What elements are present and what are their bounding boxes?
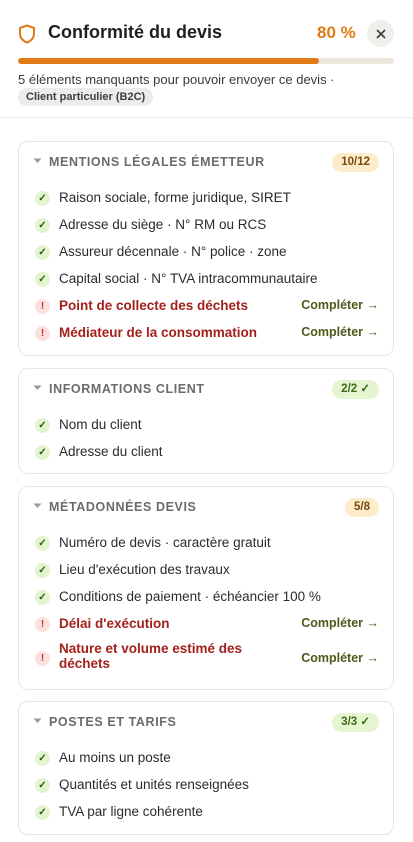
chevron-down-icon — [33, 158, 42, 163]
client-type-badge: Client particulier (B2C) — [18, 88, 154, 106]
section-title: MENTIONS LÉGALES ÉMETTEUR — [49, 155, 265, 169]
complete-link[interactable]: Compléter → — [301, 651, 379, 665]
section-count-badge: 10/12 — [332, 153, 379, 172]
check-icon: ✓ — [35, 778, 50, 793]
missing-summary: 5 éléments manquants pour pouvoir envoye… — [18, 72, 335, 87]
close-button[interactable] — [367, 20, 394, 47]
check-icon: ✓ — [35, 245, 50, 260]
item-label: TVA par ligne cohérente — [59, 804, 203, 819]
close-icon — [376, 29, 385, 38]
section-metadonnees-devis: MÉTADONNÉES DEVIS 5/8 ✓ Numéro de devis … — [18, 486, 394, 690]
item-label: Capital social · N° TVA intracommunautai… — [59, 271, 318, 286]
section-header[interactable]: INFORMATIONS CLIENT 2/2 ✓ — [19, 369, 393, 409]
alert-icon: ! — [35, 326, 50, 341]
check-icon: ✓ — [35, 563, 50, 578]
list-item: ✓ Assureur décennale · N° police · zone — [19, 239, 393, 266]
item-label: Médiateur de la consommation — [59, 325, 258, 340]
section-header[interactable]: POSTES ET TARIFS 3/3 ✓ — [19, 702, 393, 742]
list-item: ✓ Conditions de paiement · échéancier 10… — [19, 584, 393, 611]
section-count-badge: 2/2 ✓ — [332, 380, 379, 399]
list-item: ✓ Quantités et unités renseignées — [19, 772, 393, 799]
check-icon: ✓ — [35, 218, 50, 233]
list-item-missing: ! Médiateur de la consommation Compléter… — [19, 320, 393, 347]
check-icon: ✓ — [35, 536, 50, 551]
item-label: Délai d'exécution — [59, 616, 170, 631]
list-item-missing: ! Nature et volume estimé des déchets Co… — [19, 639, 393, 677]
section-title: MÉTADONNÉES DEVIS — [49, 500, 197, 514]
alert-icon: ! — [35, 299, 50, 314]
item-label: Numéro de devis · caractère gratuit — [59, 535, 271, 550]
section-count-badge: 5/8 — [345, 498, 379, 517]
section-header[interactable]: MÉTADONNÉES DEVIS 5/8 — [19, 487, 393, 527]
chevron-down-icon — [33, 385, 42, 390]
item-label: Lieu d'exécution des travaux — [59, 562, 230, 577]
complete-link[interactable]: Compléter → — [301, 616, 379, 630]
list-item: ✓ Au moins un poste — [19, 745, 393, 772]
check-icon: ✓ — [35, 272, 50, 287]
chevron-down-icon — [33, 503, 42, 508]
section-count-badge: 3/3 ✓ — [332, 713, 379, 732]
complete-link[interactable]: Compléter → — [301, 325, 379, 339]
item-label: Quantités et unités renseignées — [59, 777, 249, 792]
list-item: ✓ TVA par ligne cohérente — [19, 799, 393, 826]
panel-title: Conformité du devis — [48, 22, 223, 42]
section-header[interactable]: MENTIONS LÉGALES ÉMETTEUR 10/12 — [19, 142, 393, 182]
compliance-progress-fill — [18, 58, 319, 64]
list-item: ✓ Raison sociale, forme juridique, SIRET — [19, 185, 393, 212]
item-label: Assureur décennale · N° police · zone — [59, 244, 287, 259]
section-mentions-legales: MENTIONS LÉGALES ÉMETTEUR 10/12 ✓ Raison… — [18, 141, 394, 356]
compliance-progress-bar — [18, 58, 394, 64]
section-postes-tarifs: POSTES ET TARIFS 3/3 ✓ ✓ Au moins un pos… — [18, 701, 394, 835]
list-item: ✓ Numéro de devis · caractère gratuit — [19, 530, 393, 557]
item-label: Nom du client — [59, 417, 142, 432]
section-title: INFORMATIONS CLIENT — [49, 382, 205, 396]
list-item-missing: ! Délai d'exécution Compléter → — [19, 611, 393, 638]
item-label: Adresse du siège · N° RM ou RCS — [59, 217, 267, 232]
complete-link[interactable]: Compléter → — [301, 298, 379, 312]
item-label: Raison sociale, forme juridique, SIRET — [59, 190, 291, 205]
list-item: ✓ Capital social · N° TVA intracommunaut… — [19, 266, 393, 293]
list-item: ✓ Nom du client — [19, 412, 393, 439]
list-item: ✓ Adresse du client — [19, 439, 393, 466]
list-item-missing: ! Point de collecte des déchets Compléte… — [19, 293, 393, 320]
item-label: Conditions de paiement · échéancier 100 … — [59, 589, 321, 604]
shield-icon — [19, 24, 35, 44]
item-label: Adresse du client — [59, 444, 163, 459]
panel-header: Conformité du devis 80 % 5 éléments manq… — [0, 0, 413, 118]
list-item: ✓ Lieu d'exécution des travaux — [19, 557, 393, 584]
check-icon: ✓ — [35, 445, 50, 460]
check-icon: ✓ — [35, 418, 50, 433]
item-label: Point de collecte des déchets — [59, 298, 249, 313]
compliance-percent: 80 % — [317, 23, 356, 42]
item-label: Au moins un poste — [59, 750, 171, 765]
section-informations-client: INFORMATIONS CLIENT 2/2 ✓ ✓ Nom du clien… — [18, 368, 394, 474]
alert-icon: ! — [35, 651, 50, 666]
chevron-down-icon — [33, 718, 42, 723]
check-icon: ✓ — [35, 805, 50, 820]
list-item: ✓ Adresse du siège · N° RM ou RCS — [19, 212, 393, 239]
section-title: POSTES ET TARIFS — [49, 715, 177, 729]
check-icon: ✓ — [35, 751, 50, 766]
item-label: Nature et volume estimé des déchets — [59, 641, 243, 671]
check-icon: ✓ — [35, 590, 50, 605]
check-icon: ✓ — [35, 191, 50, 206]
alert-icon: ! — [35, 617, 50, 632]
